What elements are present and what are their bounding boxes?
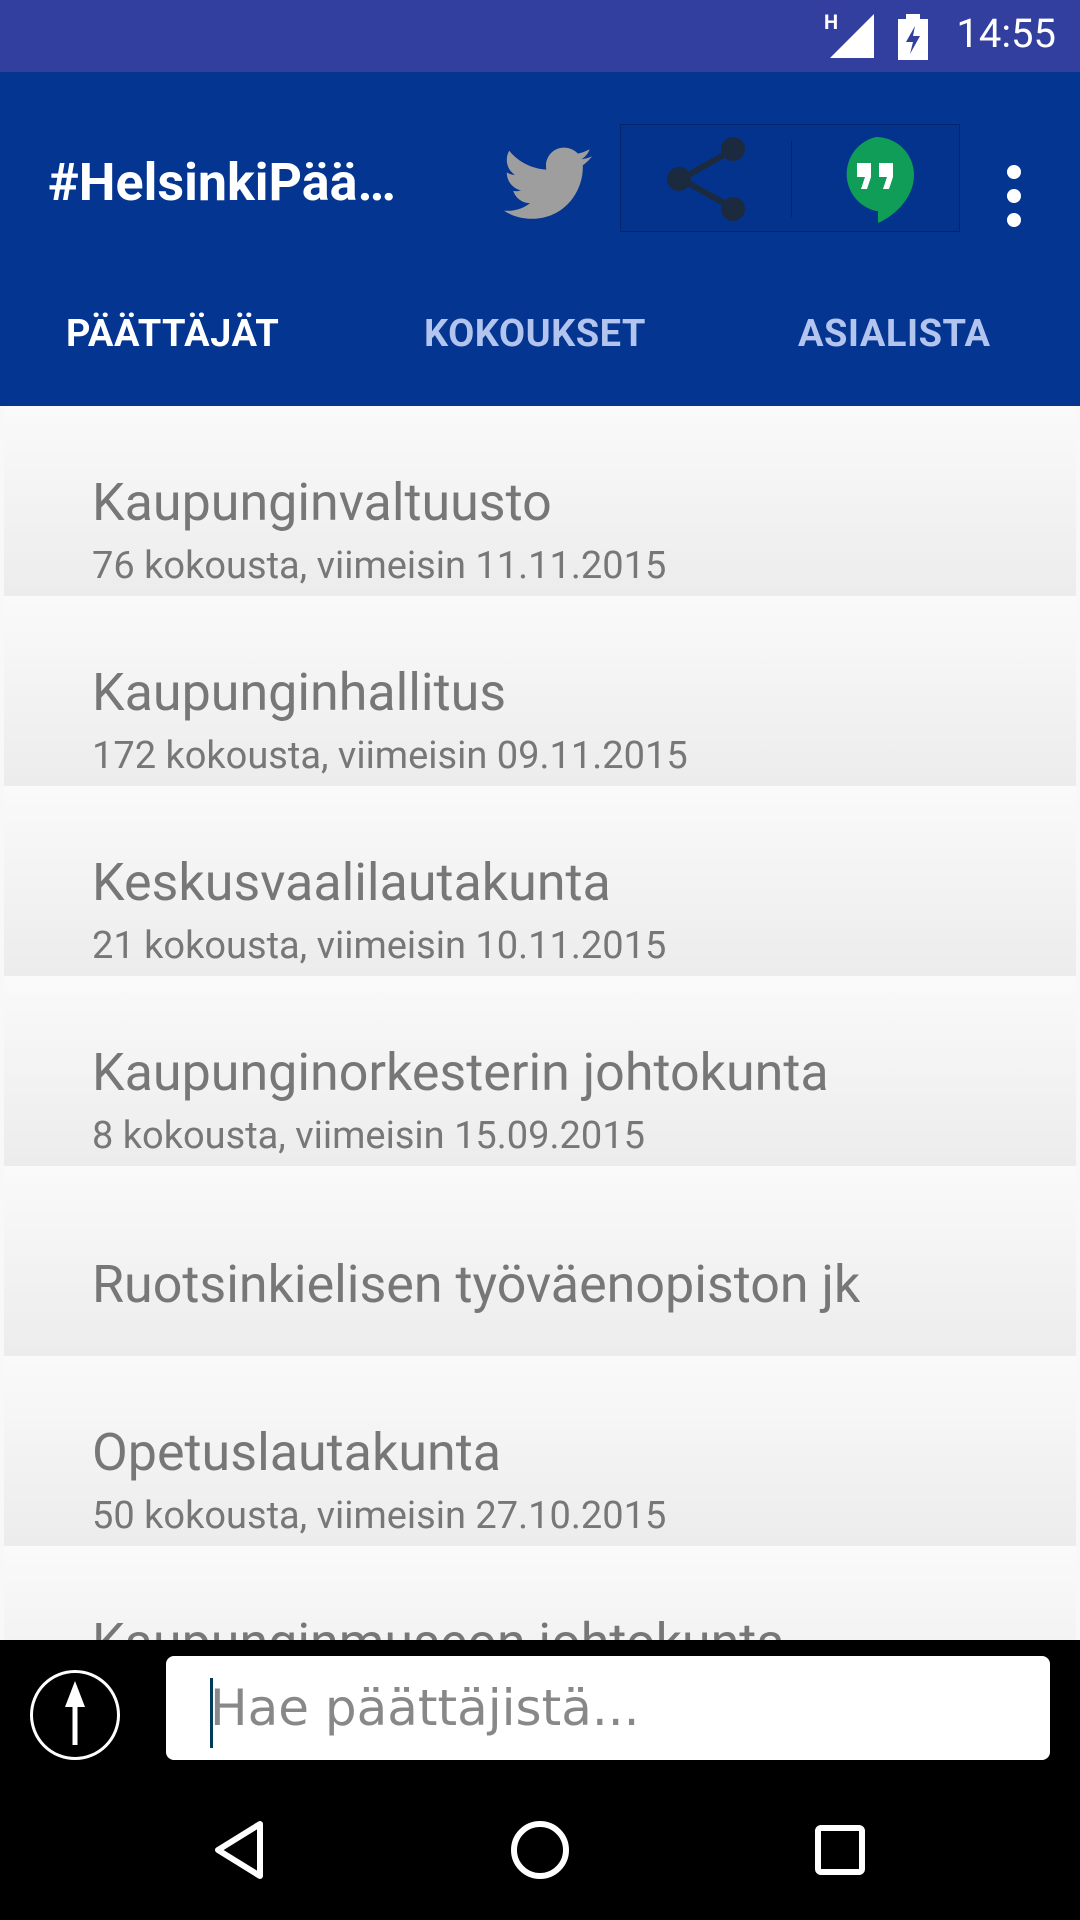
share-icon[interactable] [651,135,761,223]
navigation-bar [0,1762,1080,1920]
list-item[interactable]: Kaupunginhallitus 172 kokousta, viimeisi… [4,596,1076,786]
list-item-meta: 8 kokousta, viimeisin 15.09.2015 [92,1114,645,1158]
list-item[interactable]: Kaupunginvaltuusto 76 kokousta, viimeisi… [4,406,1076,596]
action-divider [791,141,792,217]
list-item-name: Kaupunginhallitus [92,662,507,723]
hangouts-icon[interactable] [821,129,931,229]
search-box[interactable] [166,1656,1050,1760]
tab-label: KOKOUKSET [424,312,646,356]
list-item-meta: 50 kokousta, viimeisin 27.10.2015 [92,1494,667,1538]
list-item-name: Keskusvaalilautakunta [92,852,611,913]
list-item-name: Opetuslautakunta [92,1422,501,1483]
recents-icon[interactable] [792,1802,888,1898]
list-item[interactable]: Opetuslautakunta 50 kokousta, viimeisin … [4,1356,1076,1546]
tab-paattajat[interactable]: PÄÄTTÄJÄT [66,312,279,412]
list-item-name: Kaupunginorkesterin johtokunta [92,1042,829,1103]
tab-asialista[interactable]: ASIALISTA [798,312,991,412]
signal-icon [830,14,874,58]
status-time: 14:55 [956,10,1056,57]
list-item-name: Kaupunginvaltuusto [92,472,552,533]
home-icon[interactable] [492,1802,588,1898]
action-group [620,124,960,232]
twitter-icon[interactable] [500,138,596,234]
decision-maker-list[interactable]: Kaupunginvaltuusto 76 kokousta, viimeisi… [0,406,1080,1640]
list-item-meta: 76 kokousta, viimeisin 11.11.2015 [92,544,667,588]
list-item[interactable]: Keskusvaalilautakunta 21 kokousta, viime… [4,786,1076,976]
tab-kokoukset[interactable]: KOKOUKSET [424,312,646,412]
list-item[interactable]: Ruotsinkielisen työväenopiston jk [4,1166,1076,1356]
search-input[interactable] [210,1670,1030,1746]
location-button[interactable] [30,1670,120,1760]
back-icon[interactable] [192,1802,288,1898]
battery-charging-icon [898,14,928,60]
status-bar: H 14:55 [0,0,1080,72]
list-item-name: Ruotsinkielisen työväenopiston jk [92,1254,861,1315]
list-item-name: Kaupunginmuseon johtokunta [92,1612,785,1640]
search-bar [0,1640,1080,1762]
tab-label: ASIALISTA [798,312,991,356]
tab-label: PÄÄTTÄJÄT [66,312,280,356]
app-title: #HelsinkiPää… [48,152,396,213]
app-bar: #HelsinkiPää… PÄÄTTÄJÄT KOKOUKSET ASIALI… [0,72,1080,406]
list-item[interactable]: Kaupunginmuseon johtokunta [4,1546,1076,1640]
list-item-meta: 21 kokousta, viimeisin 10.11.2015 [92,924,667,968]
more-vert-icon[interactable] [990,148,1038,244]
list-item[interactable]: Kaupunginorkesterin johtokunta 8 kokoust… [4,976,1076,1166]
list-item-meta: 172 kokousta, viimeisin 09.11.2015 [92,734,688,778]
compass-arrow-icon [65,1681,85,1745]
